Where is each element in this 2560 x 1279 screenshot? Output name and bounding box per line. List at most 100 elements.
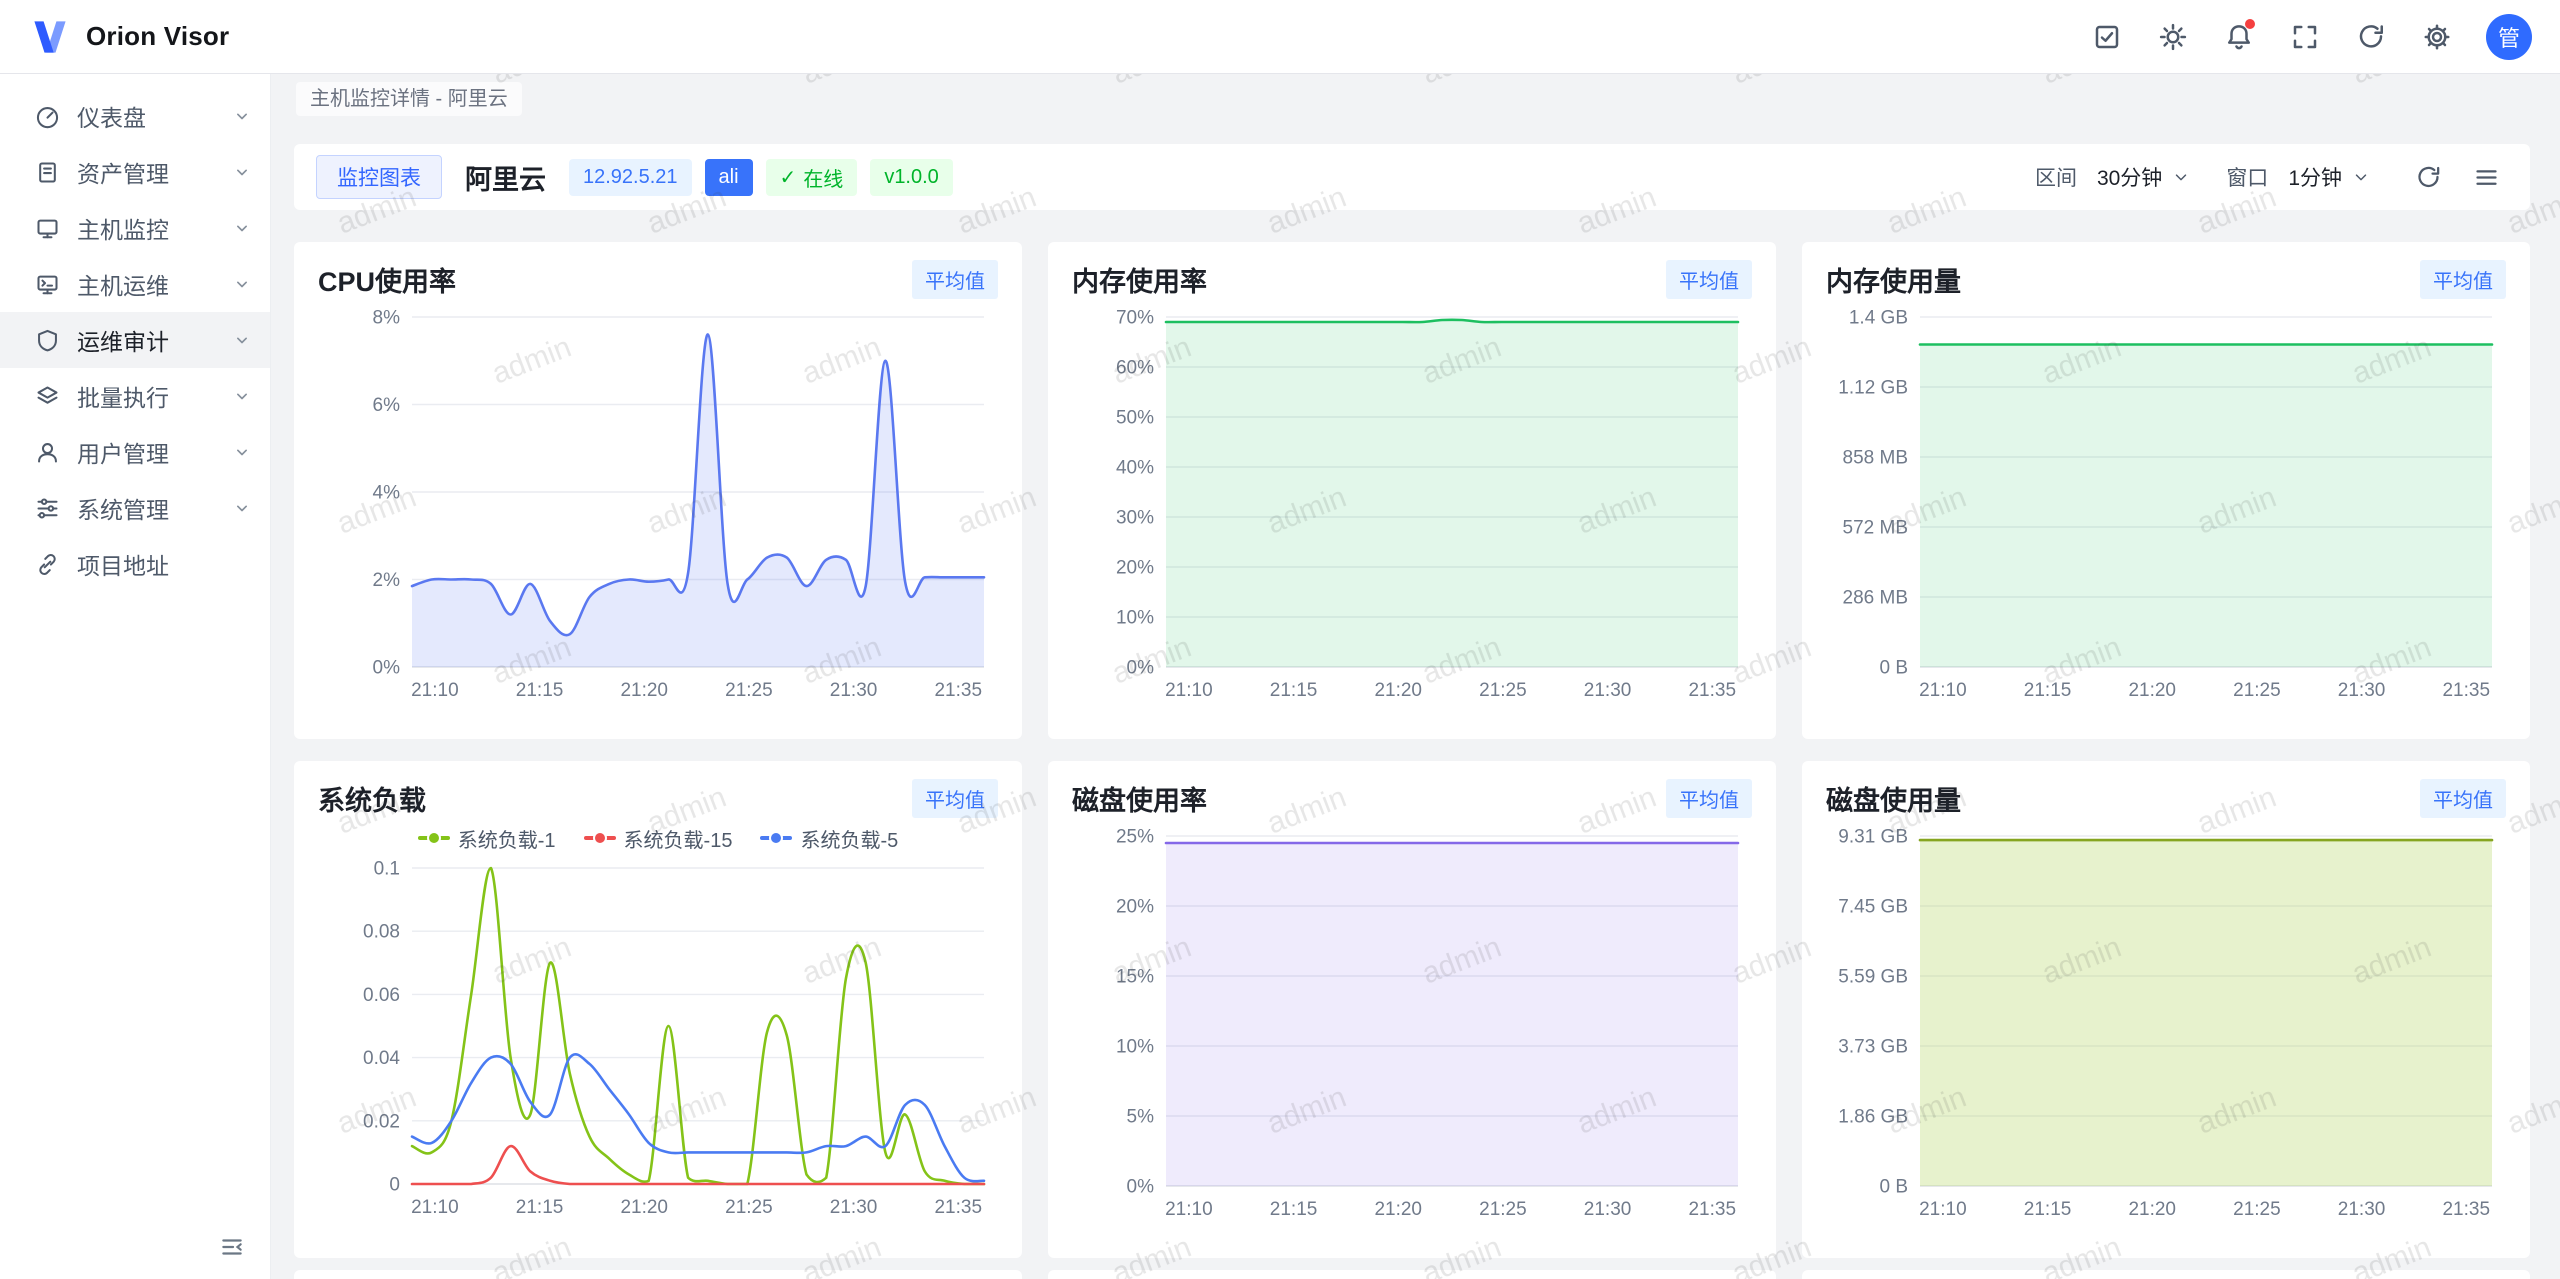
settings-gear-icon[interactable] (2410, 10, 2464, 64)
svg-text:50%: 50% (1116, 408, 1154, 429)
sidebar-item-batch-exec[interactable]: 批量执行 (0, 368, 270, 424)
ops-audit-shield-icon (34, 327, 61, 354)
window-value: 1分钟 (2288, 162, 2342, 192)
chevron-down-icon (232, 498, 252, 518)
legend-marker-icon (418, 831, 450, 845)
chevron-down-icon (2352, 168, 2370, 186)
average-badge: 平均值 (1666, 260, 1752, 299)
svg-text:5%: 5% (1127, 1107, 1155, 1128)
host-ops-terminal-icon (34, 271, 61, 298)
sidebar-item-host-ops[interactable]: 主机运维 (0, 256, 270, 312)
average-badge: 平均值 (912, 779, 998, 818)
sidebar-item-host-monitor[interactable]: 主机监控 (0, 200, 270, 256)
svg-text:8%: 8% (373, 308, 401, 329)
chart-title: 磁盘使用率 (1072, 779, 1207, 818)
sidebar-item-system-management[interactable]: 系统管理 (0, 480, 270, 536)
chart-refresh-button[interactable] (2406, 155, 2450, 199)
notification-bell-icon[interactable] (2212, 10, 2266, 64)
changelog-icon[interactable] (2080, 10, 2134, 64)
sidebar-item-project-link[interactable]: 项目地址 (0, 536, 270, 592)
average-badge: 平均值 (912, 260, 998, 299)
legend-item[interactable]: 系统负载-15 (584, 824, 733, 853)
svg-text:0 B: 0 B (1879, 1177, 1908, 1198)
app-title: Orion Visor (86, 21, 229, 52)
sidebar-item-user-management[interactable]: 用户管理 (0, 424, 270, 480)
sidebar-collapse-button[interactable] (212, 1227, 252, 1267)
average-badge: 平均值 (2420, 779, 2506, 818)
svg-text:0.08: 0.08 (363, 922, 400, 943)
refresh-icon[interactable] (2344, 10, 2398, 64)
legend-marker-icon (584, 831, 616, 845)
svg-text:21:35: 21:35 (934, 1197, 982, 1218)
chart-legend: 系统负载-1 系统负载-15 系统负载-5 (318, 822, 998, 854)
svg-text:21:20: 21:20 (2128, 1199, 2176, 1220)
svg-text:21:10: 21:10 (1919, 1199, 1967, 1220)
topbar: Orion Visor (0, 0, 2560, 74)
svg-text:21:25: 21:25 (1479, 1199, 1527, 1220)
svg-text:1.86 GB: 1.86 GB (1838, 1107, 1908, 1128)
chevron-down-icon (232, 218, 252, 238)
monitor-chart-toggle-button[interactable]: 监控图表 (316, 155, 442, 199)
svg-text:0.02: 0.02 (363, 1111, 400, 1132)
chart-card-partial (1802, 1270, 2530, 1279)
legend-item[interactable]: 系统负载-1 (418, 824, 556, 853)
svg-text:21:30: 21:30 (2338, 1199, 2386, 1220)
chart-card-memory-usage-amount: 内存使用量平均值 0 B286 MB572 MB858 MB1.12 GB1.4… (1802, 242, 2530, 739)
interval-label: 区间 (2035, 162, 2077, 192)
svg-text:0.1: 0.1 (374, 859, 400, 880)
sidebar: 仪表盘 资产管理 主机监控 主机运维 运维审计 批量执行 (0, 74, 271, 1279)
legend-item[interactable]: 系统负载-5 (760, 824, 898, 853)
svg-text:15%: 15% (1116, 967, 1154, 988)
svg-text:21:15: 21:15 (2024, 680, 2072, 701)
svg-text:21:30: 21:30 (830, 680, 878, 701)
svg-text:21:20: 21:20 (620, 1197, 668, 1218)
main-content: 主机监控详情 - 阿里云 监控图表 阿里云 12.92.5.21 ali ✓ 在… (271, 74, 2560, 1279)
charts-grid: CPU使用率平均值 0%2%4%6%8%21:1021:1521:2021:25… (294, 242, 2530, 1258)
chart-title: 磁盘使用量 (1826, 779, 1961, 818)
svg-text:21:15: 21:15 (1270, 1199, 1318, 1220)
host-header-card: 监控图表 阿里云 12.92.5.21 ali ✓ 在线 v1.0.0 区间 3… (294, 144, 2530, 210)
svg-text:21:35: 21:35 (2442, 680, 2490, 701)
check-icon: ✓ (780, 165, 797, 190)
chart-card-partial (294, 1270, 1022, 1279)
svg-text:7.45 GB: 7.45 GB (1838, 897, 1908, 918)
system-load-chart: 00.020.040.060.080.121:1021:1521:2021:25… (318, 854, 998, 1224)
chevron-down-icon (2172, 168, 2190, 186)
disk-usage-rate-chart: 0%5%10%15%20%25%21:1021:1521:2021:2521:3… (1072, 822, 1752, 1226)
fullscreen-icon[interactable] (2278, 10, 2332, 64)
chart-card-disk-usage-rate: 磁盘使用率平均值 0%5%10%15%20%25%21:1021:1521:20… (1048, 761, 1776, 1258)
window-select[interactable]: 1分钟 (2282, 154, 2376, 200)
svg-text:0%: 0% (1127, 1177, 1155, 1198)
chart-controls: 区间 30分钟 窗口 1分钟 (2035, 154, 2508, 200)
sidebar-item-assets[interactable]: 资产管理 (0, 144, 270, 200)
chart-title: 内存使用量 (1826, 260, 1961, 299)
sidebar-item-dashboard[interactable]: 仪表盘 (0, 88, 270, 144)
logo-v-icon (28, 15, 72, 59)
sidebar-item-label: 系统管理 (77, 491, 216, 525)
avatar[interactable]: 管 (2486, 14, 2532, 60)
svg-text:10%: 10% (1116, 1037, 1154, 1058)
svg-text:21:35: 21:35 (1688, 680, 1736, 701)
host-version-tag: v1.0.0 (870, 159, 952, 196)
interval-select[interactable]: 30分钟 (2091, 154, 2196, 200)
breadcrumb: 主机监控详情 - 阿里云 (296, 82, 522, 116)
svg-text:0%: 0% (1127, 658, 1155, 679)
sidebar-item-ops-audit[interactable]: 运维审计 (0, 312, 270, 368)
chart-settings-button[interactable] (2464, 155, 2508, 199)
host-name: 阿里云 (465, 158, 546, 197)
svg-text:21:30: 21:30 (1584, 680, 1632, 701)
legend-label: 系统负载-5 (800, 824, 898, 853)
dashboard-gauge-icon (34, 103, 61, 130)
svg-text:5.59 GB: 5.59 GB (1838, 967, 1908, 988)
svg-text:21:35: 21:35 (934, 680, 982, 701)
sidebar-item-label: 批量执行 (77, 379, 216, 413)
svg-text:20%: 20% (1116, 897, 1154, 918)
app-logo: Orion Visor (28, 15, 229, 59)
theme-sun-icon[interactable] (2146, 10, 2200, 64)
host-status-label: 在线 (803, 163, 843, 192)
svg-text:21:10: 21:10 (1919, 680, 1967, 701)
sidebar-item-label: 资产管理 (77, 155, 216, 189)
svg-text:21:10: 21:10 (411, 1197, 459, 1218)
svg-text:1.4 GB: 1.4 GB (1849, 308, 1908, 329)
sidebar-item-label: 用户管理 (77, 435, 216, 469)
